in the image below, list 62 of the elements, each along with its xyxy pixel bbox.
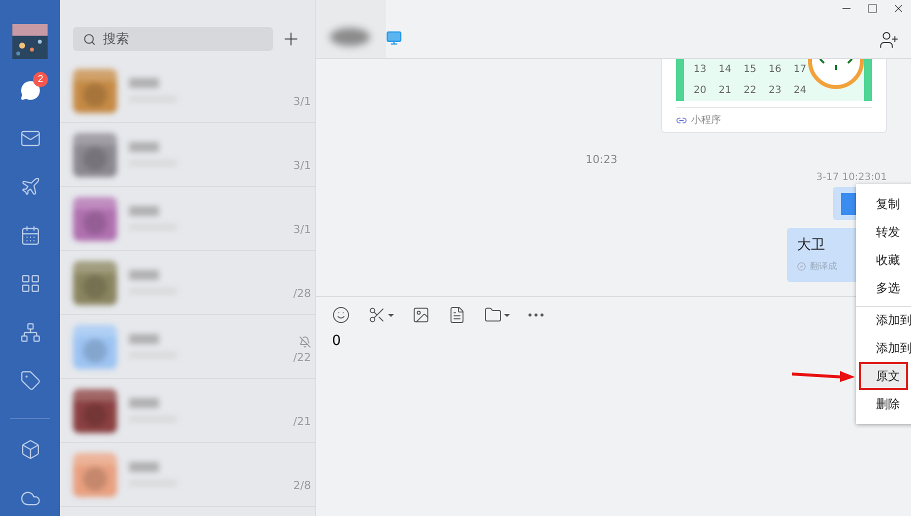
conversation-date: /21: [293, 415, 311, 428]
plane-icon: [20, 176, 40, 198]
close-icon: [892, 2, 905, 15]
conversation-date: 3/1: [293, 159, 311, 172]
menu-item[interactable]: 复制: [856, 190, 911, 218]
emoji-button[interactable]: [332, 306, 350, 324]
calendar-day: 21: [717, 85, 733, 96]
org-chart-icon: [20, 322, 40, 343]
time-divider: 10:23: [586, 153, 618, 166]
tag-icon: [20, 370, 40, 392]
conversation-date: 2/8: [293, 479, 311, 492]
add-person-icon: [879, 30, 899, 50]
calendar-day: 24: [792, 85, 808, 96]
menu-item[interactable]: 添加到: [856, 334, 911, 362]
translation-status: 翻译成: [810, 260, 837, 273]
conversation-date: 3/1: [293, 95, 311, 108]
conversation-date: /28: [293, 287, 311, 300]
more-button[interactable]: [528, 313, 544, 317]
caret-icon: [388, 314, 394, 316]
calendar-day: 23: [767, 85, 783, 96]
grid-icon: [20, 273, 40, 294]
check-icon: [797, 262, 806, 271]
search-field[interactable]: 搜索: [73, 27, 273, 51]
screenshot-button[interactable]: [368, 306, 394, 324]
menu-item[interactable]: 删除: [856, 390, 911, 418]
mute-icon: [299, 336, 311, 348]
message-input[interactable]: 0: [332, 333, 732, 349]
conversation-date: 3/1: [293, 223, 311, 236]
message-time: 3-17 10:23:01: [816, 172, 887, 183]
calendar-day: 17: [792, 64, 808, 75]
document-button[interactable]: [448, 306, 466, 324]
menu-item[interactable]: 原文: [859, 362, 908, 390]
arrow-annotation: [792, 370, 856, 382]
image-icon: [412, 306, 430, 324]
card-source: 小程序: [691, 114, 721, 127]
calendar-day: 15: [742, 64, 758, 75]
computer-icon: [386, 30, 402, 46]
unread-badge: 2: [33, 72, 48, 88]
folder-icon: [484, 306, 502, 324]
calendar-icon: [20, 224, 40, 246]
caret-icon: [504, 314, 510, 316]
smile-icon: [332, 306, 350, 324]
close-button[interactable]: [892, 2, 905, 15]
calendar-day: 22: [742, 85, 758, 96]
document-icon: [448, 306, 466, 324]
calendar-day: 14: [717, 64, 733, 75]
menu-item[interactable]: 添加到: [856, 306, 911, 334]
search-icon: [83, 33, 96, 46]
calendar-day: 16: [767, 64, 783, 75]
maximize-button[interactable]: [867, 2, 878, 15]
clock-icon: [808, 59, 864, 91]
image-button[interactable]: [412, 306, 430, 324]
folder-button[interactable]: [484, 306, 510, 324]
add-member-button[interactable]: [879, 30, 899, 50]
maximize-icon: [867, 3, 878, 14]
calendar-day: 13: [692, 64, 708, 75]
more-icon: [528, 313, 544, 317]
scissors-icon: [368, 306, 386, 324]
mini-program-card[interactable]: 13 14 15 16 17 20 21 22 23 24 小程序: [661, 59, 887, 133]
calendar-day: 20: [692, 85, 708, 96]
cube-icon: [20, 439, 40, 460]
conversation-date: /22: [293, 351, 311, 364]
